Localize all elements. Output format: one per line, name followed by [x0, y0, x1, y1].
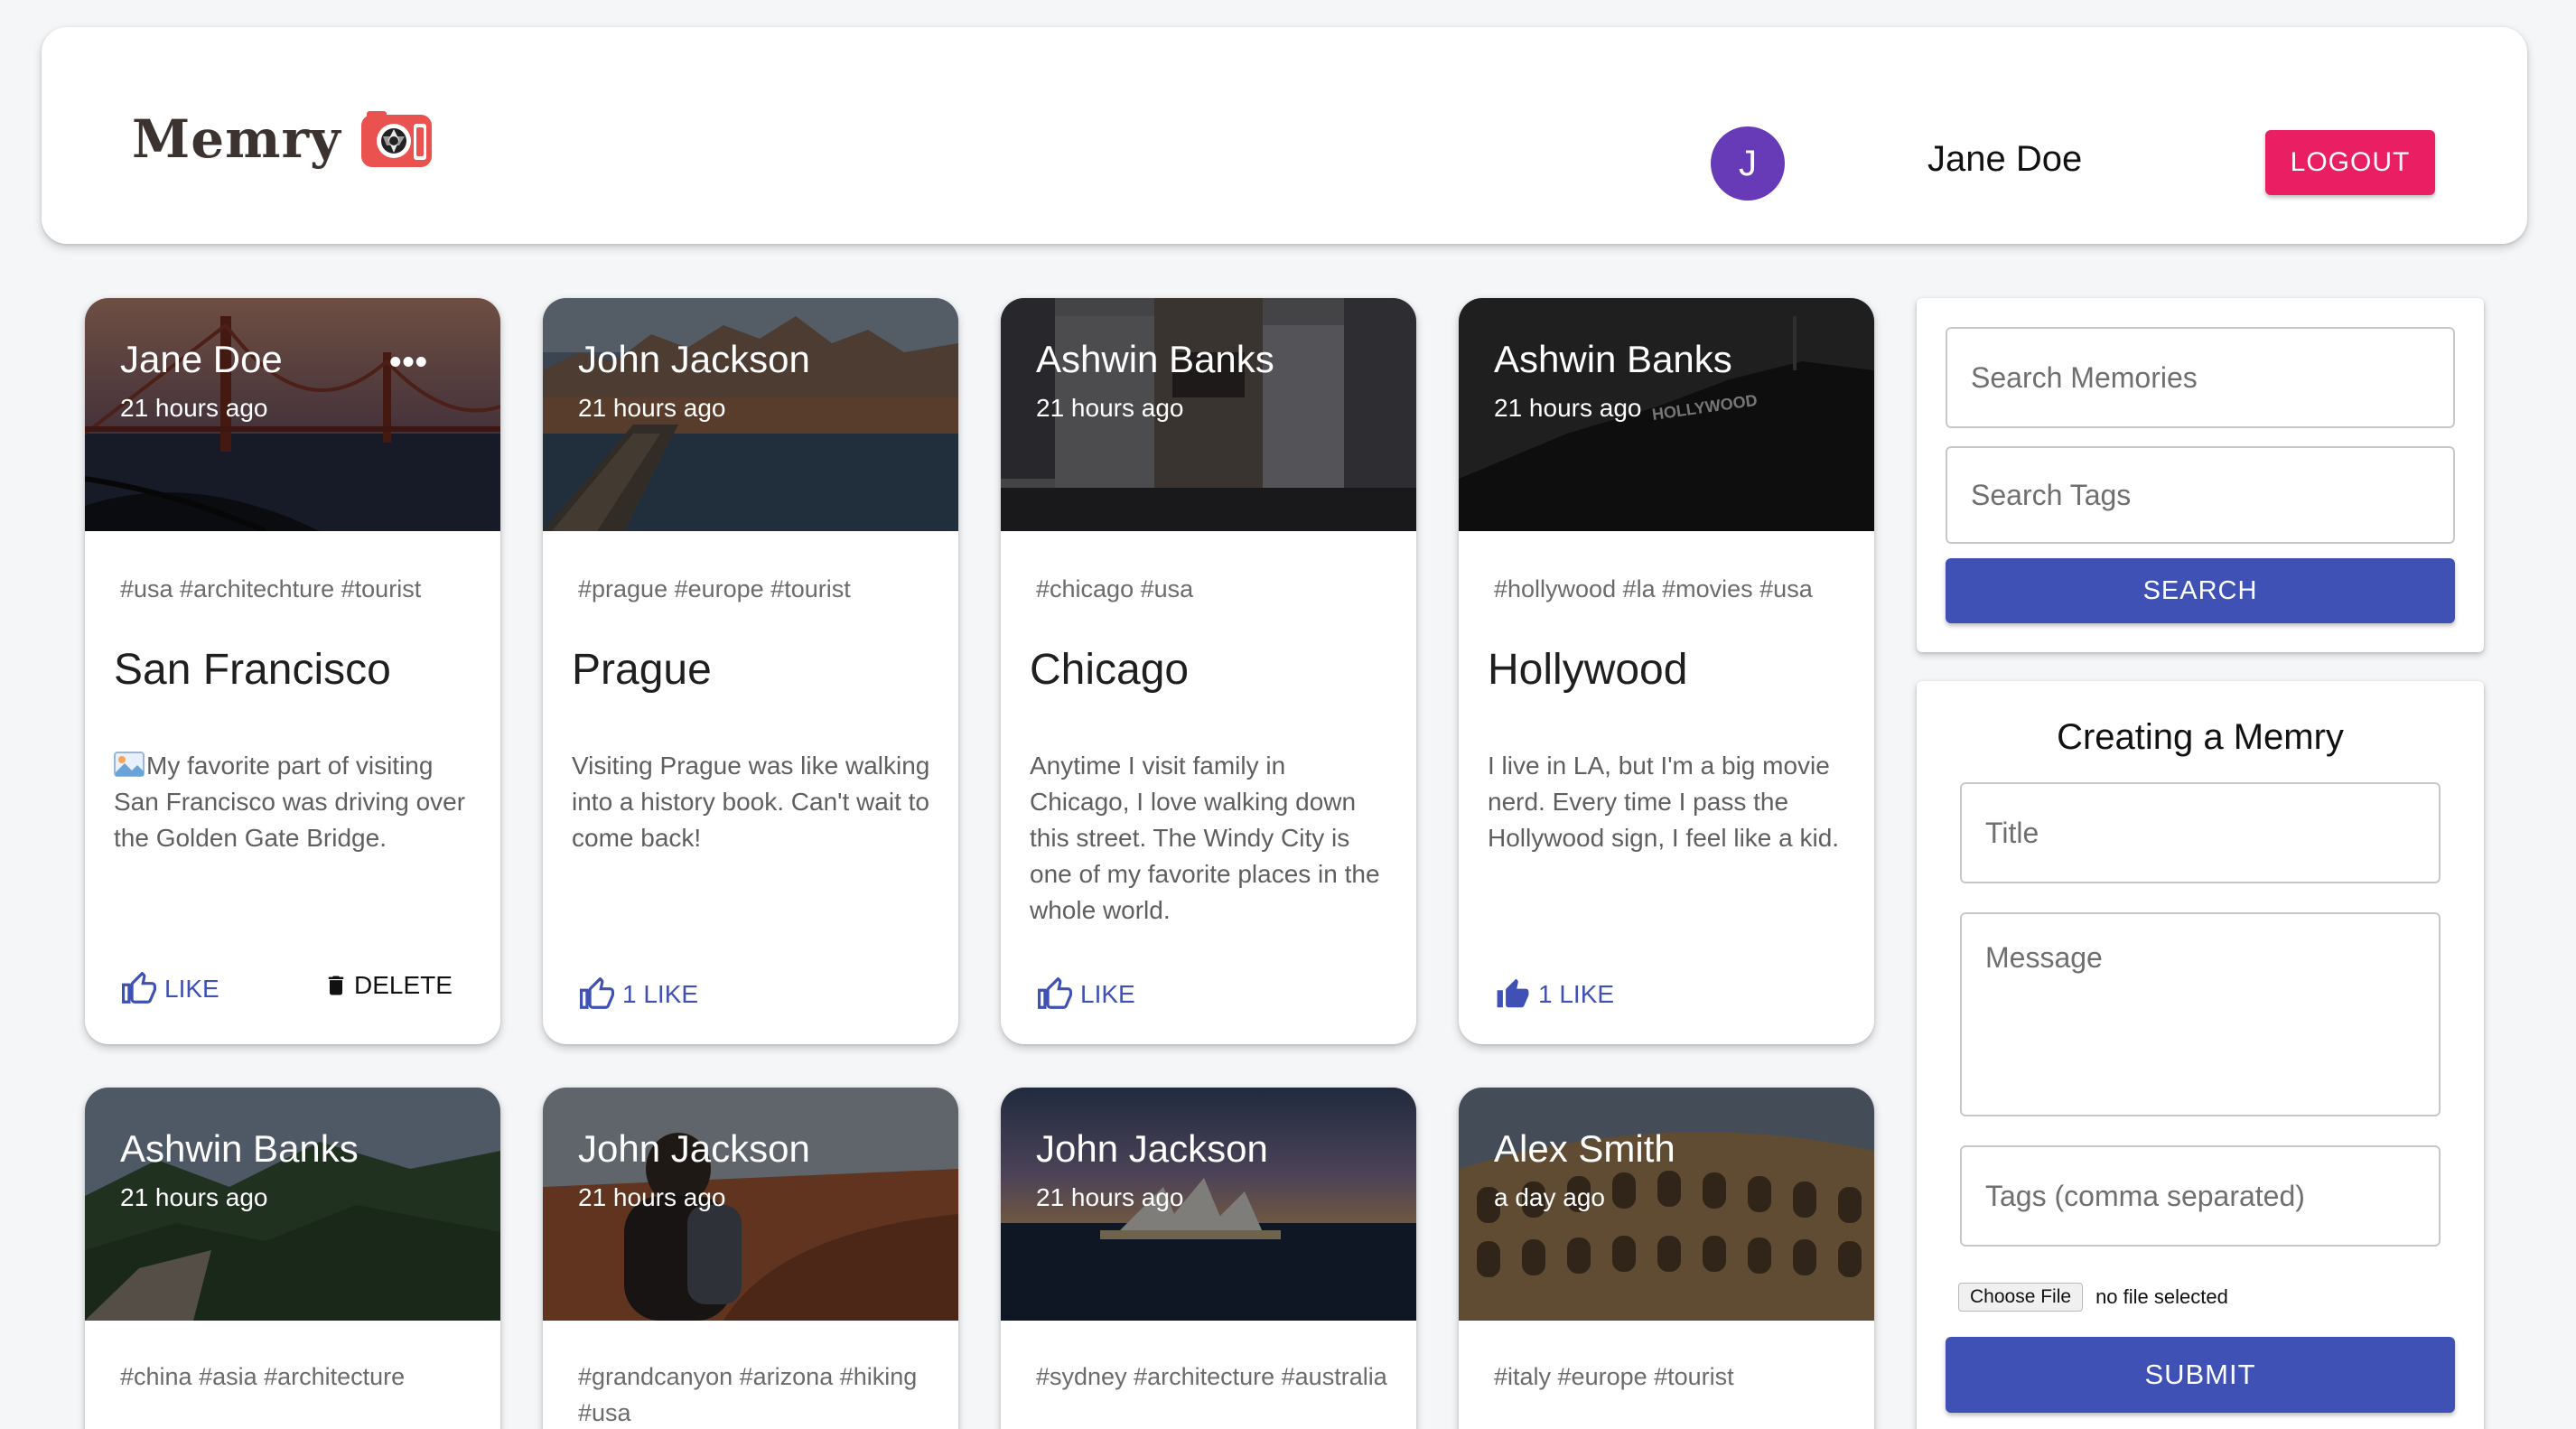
post-tags: #hollywood #la #movies #usa	[1494, 575, 1813, 602]
post-author: Jane Doe	[120, 338, 283, 380]
post-author: Ashwin Banks	[1494, 338, 1732, 380]
post-title: Prague	[572, 646, 712, 694]
delete-label: DELETE	[354, 971, 453, 999]
post-author: Alex Smith	[1494, 1127, 1675, 1170]
post-tags: #chicago #usa	[1036, 575, 1194, 602]
post-card: Alex Smith a day ago #italy #europe #tou…	[1459, 1088, 1874, 1429]
image-emoji-icon	[114, 752, 145, 777]
post-title: San Francisco	[114, 646, 391, 694]
post-time: 21 hours ago	[1036, 1183, 1184, 1211]
post-tags: #italy #europe #tourist	[1494, 1363, 1734, 1390]
brand[interactable]: Memry	[132, 107, 434, 172]
search-tags-input[interactable]	[1946, 446, 2455, 544]
post-tags: #sydney #architecture #australia	[1036, 1363, 1387, 1390]
post-card: John Jackson 21 hours ago #sydney #archi…	[1001, 1088, 1416, 1429]
post-image: Ashwin Banks 21 hours ago	[85, 1088, 500, 1321]
form-heading: Creating a Memry	[2057, 717, 2344, 757]
delete-button[interactable]: DELETE	[323, 970, 453, 1001]
like-button[interactable]: 1 LIKE	[579, 977, 698, 1012]
post-image: Ashwin Banks 21 hours ago	[1001, 298, 1416, 531]
post-card: Ashwin Banks 21 hours ago #china #asia #…	[85, 1088, 500, 1429]
post-message: Visiting Prague was like walking into a …	[572, 752, 930, 852]
post-image: John Jackson 21 hours ago	[1001, 1088, 1416, 1321]
create-memry-form: Creating a Memry Choose File no file sel…	[1917, 681, 2484, 1429]
post-card: Jane Doe 21 hours ago ••• #usa #architec…	[85, 298, 500, 1044]
post-time: 21 hours ago	[578, 1183, 726, 1211]
like-label: 1 LIKE	[622, 980, 699, 1008]
thumb-up-outline-icon	[1038, 977, 1072, 1009]
post-title: Chicago	[1030, 646, 1190, 694]
post-card: Ashwin Banks 21 hours ago #chicago #usa …	[1001, 298, 1416, 1044]
search-memories-input[interactable]	[1946, 327, 2455, 428]
brand-name: Memry	[132, 108, 341, 170]
post-image: HOLLYWOOD Ashwin Banks 21 hours ago	[1459, 298, 1874, 531]
tags-input[interactable]	[1960, 1145, 2441, 1247]
post-image: Alex Smith a day ago	[1459, 1088, 1874, 1321]
post-time: 21 hours ago	[1494, 394, 1642, 422]
message-input[interactable]	[1960, 912, 2441, 1116]
camera-icon	[360, 111, 432, 167]
post-image: John Jackson 21 hours ago	[543, 298, 958, 531]
post-author: Ashwin Banks	[1036, 338, 1274, 380]
search-panel: SEARCH	[1917, 298, 2484, 652]
post-author: Ashwin Banks	[120, 1127, 359, 1170]
post-message: Anytime I visit family in Chicago, I lov…	[1030, 752, 1380, 924]
like-button[interactable]: 1 LIKE	[1495, 977, 1614, 1012]
post-time: 21 hours ago	[120, 1183, 268, 1211]
post-message: My favorite part of visiting San Francis…	[114, 748, 475, 856]
title-input[interactable]	[1960, 782, 2441, 883]
logout-button[interactable]: LOGOUT	[2265, 130, 2435, 195]
post-card: John Jackson 21 hours ago #grandcanyon #…	[543, 1088, 958, 1429]
thumb-up-outline-icon	[580, 977, 614, 1009]
user-name: Jane Doe	[1927, 139, 2083, 179]
file-picker: Choose File no file selected	[1958, 1283, 2228, 1312]
search-button[interactable]: SEARCH	[1946, 558, 2455, 623]
submit-button[interactable]: SUBMIT	[1946, 1337, 2455, 1413]
post-image: John Jackson 21 hours ago	[543, 1088, 958, 1321]
post-tags: #china #asia #architecture	[120, 1363, 406, 1390]
like-label: LIKE	[1080, 980, 1135, 1008]
post-tags: #usa #architechture #tourist	[120, 575, 422, 602]
post-tags: #grandcanyon #arizona #hiking #usa	[578, 1363, 918, 1426]
thumb-up-filled-icon	[1497, 978, 1529, 1008]
post-author: John Jackson	[1036, 1127, 1268, 1170]
like-label: LIKE	[164, 975, 219, 1003]
more-options-icon[interactable]: •••	[389, 345, 428, 379]
like-button[interactable]: LIKE	[121, 972, 219, 1006]
post-message-text: My favorite part of visiting San Francis…	[114, 752, 466, 852]
like-button[interactable]: LIKE	[1037, 977, 1135, 1012]
post-time: 21 hours ago	[120, 394, 268, 422]
post-image: Jane Doe 21 hours ago •••	[85, 298, 500, 531]
file-status: no file selected	[2095, 1285, 2228, 1308]
app-bar: Memry J Jane Doe LOGOUT	[42, 27, 2527, 244]
post-author: John Jackson	[578, 338, 810, 380]
like-label: 1 LIKE	[1538, 980, 1615, 1008]
post-tags: #prague #europe #tourist	[578, 575, 851, 602]
post-card: HOLLYWOOD Ashwin Banks 21 hours ago #hol…	[1459, 298, 1874, 1044]
choose-file-button[interactable]: Choose File	[1958, 1283, 2084, 1312]
post-title: Hollywood	[1488, 646, 1688, 694]
post-card: John Jackson 21 hours ago #prague #europ…	[543, 298, 958, 1044]
post-time: 21 hours ago	[1036, 394, 1184, 422]
trash-icon	[328, 976, 344, 995]
post-time: a day ago	[1494, 1183, 1605, 1211]
post-message: I live in LA, but I'm a big movie nerd. …	[1488, 752, 1840, 852]
thumb-up-outline-icon	[122, 972, 156, 1004]
avatar[interactable]: J	[1711, 126, 1785, 201]
post-author: John Jackson	[578, 1127, 810, 1170]
post-time: 21 hours ago	[578, 394, 726, 422]
